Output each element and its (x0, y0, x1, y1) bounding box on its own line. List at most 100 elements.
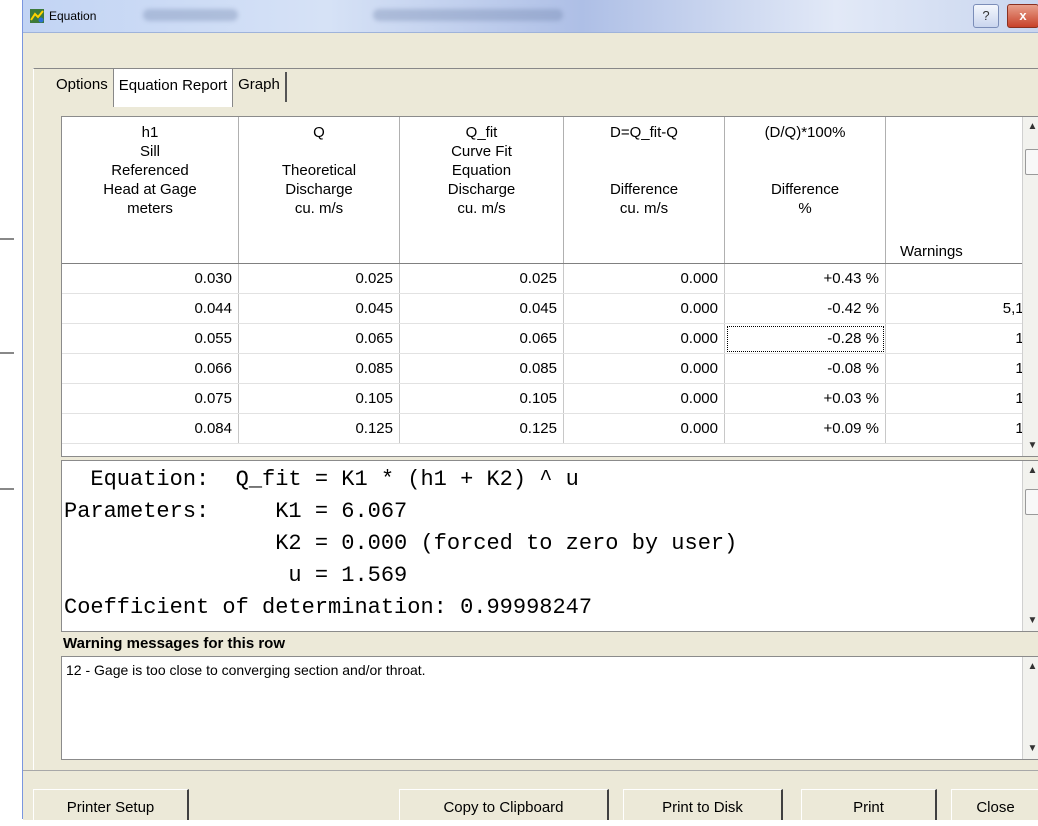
table-cell[interactable]: 0.045 (238, 293, 400, 324)
table-cell[interactable]: 0.105 (238, 383, 400, 414)
table-cell[interactable]: 0.125 (399, 413, 564, 444)
scroll-down-icon[interactable]: ▼ (1023, 613, 1038, 629)
header-line: Q (313, 124, 325, 141)
close-button[interactable]: Close (951, 789, 1038, 820)
table-cell[interactable]: 0.065 (238, 323, 400, 354)
table-cell[interactable]: 12 (885, 323, 1035, 354)
table-cell[interactable]: -0.42 % (724, 293, 886, 324)
table-cell[interactable]: 0.000 (563, 263, 725, 294)
table-cell[interactable]: 0.025 (238, 263, 400, 294)
table-cell[interactable]: 5 (885, 263, 1035, 294)
header-line: D=Q_fit-Q (610, 124, 678, 141)
column-header-warnings[interactable]: Warnings (885, 117, 1035, 264)
header-line: (D/Q)*100% (764, 124, 846, 141)
table-cell[interactable]: +0.03 % (724, 383, 886, 414)
equation-line: Parameters: K1 = 6.067 (64, 499, 408, 524)
table-row[interactable]: 0.044 0.045 0.045 0.000 -0.42 % 5,12 (62, 293, 1035, 324)
table-cell[interactable]: 0.055 (62, 323, 239, 354)
column-header-percent[interactable]: (D/Q)*100% Difference % (724, 117, 886, 264)
header-line (729, 142, 881, 161)
table-body: 0.0300.0250.0250.000+0.43 %50.0440.0450.… (62, 263, 1035, 444)
table-cell[interactable]: 0.000 (563, 413, 725, 444)
table-cell[interactable]: 12 (885, 413, 1035, 444)
table-cell[interactable]: 0.045 (399, 293, 564, 324)
column-header-q[interactable]: Q Theoretical Discharge cu. m/s (238, 117, 400, 264)
print-button[interactable]: Print (801, 789, 937, 820)
header-line (243, 142, 395, 161)
header-line: cu. m/s (619, 200, 669, 217)
table-cell[interactable]: 0.085 (399, 353, 564, 384)
table-cell[interactable]: 0.125 (238, 413, 400, 444)
tab-options[interactable]: Options (51, 72, 113, 102)
table-cell[interactable]: 0.105 (399, 383, 564, 414)
background-mark (0, 238, 14, 240)
background-mark (0, 488, 14, 490)
table-cell[interactable]: -0.28 % (724, 323, 886, 354)
scroll-thumb[interactable] (1025, 149, 1038, 175)
table-cell[interactable]: 0.025 (399, 263, 564, 294)
title-bar[interactable]: Equation ? x (23, 0, 1038, 33)
background-title-blur (373, 9, 563, 21)
printer-setup-button[interactable]: Printer Setup (33, 789, 189, 820)
table-cell[interactable]: 0.044 (62, 293, 239, 324)
column-header-h1[interactable]: h1 Sill Referenced Head at Gage meters (62, 117, 239, 264)
table-cell[interactable]: 0.085 (238, 353, 400, 384)
table-cell[interactable]: 0.075 (62, 383, 239, 414)
header-line: Warnings (900, 243, 963, 260)
warning-scrollbar[interactable]: ▲ ▼ (1022, 657, 1038, 759)
header-line (568, 161, 720, 180)
header-line: Curve Fit (451, 143, 512, 160)
table-cell[interactable]: +0.43 % (724, 263, 886, 294)
table-row[interactable]: 0.0840.1250.1250.000+0.09 %12 (62, 413, 1035, 444)
header-line: meters (127, 200, 173, 217)
table-cell[interactable]: -0.08 % (724, 353, 886, 384)
table-cell[interactable]: 5,12 (885, 293, 1035, 324)
app-icon (30, 9, 44, 23)
table-cell[interactable]: 0.000 (563, 383, 725, 414)
table-row[interactable]: 0.0550.0650.0650.000-0.28 %12 (62, 323, 1035, 354)
scroll-down-icon[interactable]: ▼ (1023, 438, 1038, 454)
table-cell[interactable]: 0.065 (399, 323, 564, 354)
column-header-q-fit[interactable]: Q_fit Curve Fit Equation Discharge cu. m… (399, 117, 564, 264)
table-cell[interactable]: 0.000 (563, 353, 725, 384)
help-button[interactable]: ? (973, 4, 999, 28)
equation-report-text[interactable]: Equation: Q_fit = K1 * (h1 + K2) ^ u Par… (61, 460, 1038, 632)
equation-line: u = 1.569 (64, 563, 408, 588)
table-cell[interactable]: +0.09 % (724, 413, 886, 444)
column-header-difference[interactable]: D=Q_fit-Q Difference cu. m/s (563, 117, 725, 264)
scroll-down-icon[interactable]: ▼ (1023, 741, 1038, 757)
table-cell[interactable]: 0.000 (563, 323, 725, 354)
header-line: Difference (770, 181, 840, 198)
table-cell[interactable]: 0.066 (62, 353, 239, 384)
table-cell[interactable]: 0.030 (62, 263, 239, 294)
results-grid[interactable]: h1 Sill Referenced Head at Gage meters Q… (61, 116, 1038, 457)
warning-messages-label: Warning messages for this row (63, 635, 285, 652)
header-line (729, 161, 881, 180)
table-row[interactable]: 0.0660.0850.0850.000-0.08 %12 (62, 353, 1035, 384)
window-close-button[interactable]: x (1007, 4, 1038, 28)
scroll-up-icon[interactable]: ▲ (1023, 119, 1038, 135)
equation-line: K2 = 0.000 (forced to zero by user) (64, 531, 738, 556)
header-line: Discharge (447, 181, 516, 198)
header-line: Sill (139, 143, 160, 160)
table-cell[interactable]: 0.000 (563, 293, 725, 324)
equation-line: Coefficient of determination: 0.99998247 (64, 595, 593, 620)
tab-graph[interactable]: Graph (233, 72, 287, 102)
scroll-up-icon[interactable]: ▲ (1023, 463, 1038, 479)
tab-equation-report[interactable]: Equation Report (112, 68, 234, 107)
warning-messages-box[interactable]: 12 - Gage is too close to converging sec… (61, 656, 1038, 760)
scroll-up-icon[interactable]: ▲ (1023, 659, 1038, 675)
table-cell[interactable]: 12 (885, 383, 1035, 414)
print-to-disk-button[interactable]: Print to Disk (623, 789, 783, 820)
background-window-strip (0, 0, 22, 819)
header-line: cu. m/s (457, 200, 506, 217)
table-row[interactable]: 0.0300.0250.0250.000+0.43 %5 (62, 263, 1035, 294)
table-cell[interactable]: 0.084 (62, 413, 239, 444)
table-row[interactable]: 0.0750.1050.1050.000+0.03 %12 (62, 383, 1035, 414)
warning-message: 12 - Gage is too close to converging sec… (66, 662, 426, 678)
scroll-thumb[interactable] (1025, 489, 1038, 515)
equation-scrollbar[interactable]: ▲ ▼ (1022, 461, 1038, 631)
table-cell[interactable]: 12 (885, 353, 1035, 384)
grid-scrollbar[interactable]: ▲ ▼ (1022, 117, 1038, 456)
copy-to-clipboard-button[interactable]: Copy to Clipboard (399, 789, 609, 820)
